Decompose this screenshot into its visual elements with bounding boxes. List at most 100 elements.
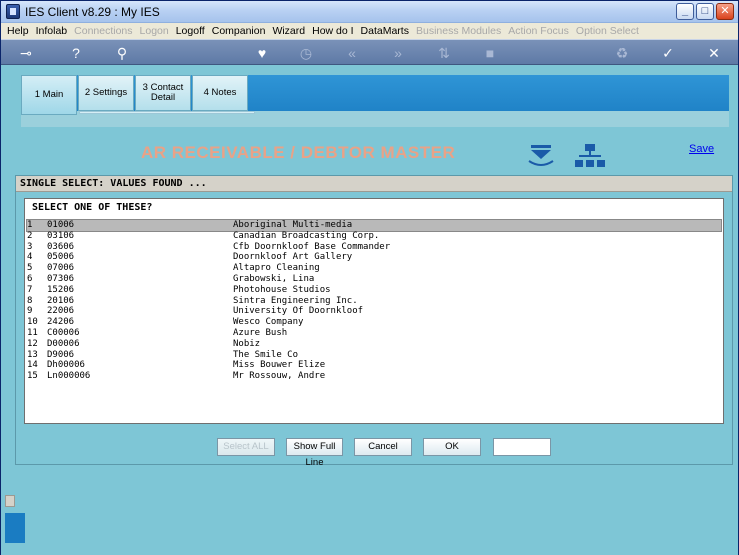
toolbar: ⊸ ? ⚲ ♥ ◷ « » ⇅ ■ ♻ ✓ ✕ bbox=[1, 39, 738, 65]
list-item-number: 8 bbox=[27, 295, 33, 306]
close-window-icon[interactable]: ✕ bbox=[716, 3, 734, 20]
list-item-code: 15206 bbox=[47, 284, 75, 295]
list-item-code: D9006 bbox=[47, 349, 75, 360]
list-item[interactable]: 3 03606 Cfb Doornkloof Base Commander bbox=[27, 242, 721, 253]
list-item-name: The Smile Co bbox=[233, 349, 299, 360]
list-item-number: 15 bbox=[27, 371, 38, 382]
list-item[interactable]: 2 03106 Canadian Broadcasting Corp. bbox=[27, 231, 721, 242]
list-item-name: Azure Bush bbox=[233, 327, 288, 338]
tab-contact-detail[interactable]: 3 Contact Detail bbox=[135, 75, 191, 111]
list-item[interactable]: 14 Dh00006 Miss Bouwer Elize bbox=[27, 360, 721, 371]
list-item[interactable]: 11 C00006 Azure Bush bbox=[27, 328, 721, 339]
list-item[interactable]: 15 Ln000006 Mr Rossouw, Andre bbox=[27, 371, 721, 382]
list-item-name: Cfb Doornkloof Base Commander bbox=[233, 241, 391, 252]
search-icon[interactable]: ⚲ bbox=[111, 44, 133, 62]
tab-underline bbox=[79, 111, 255, 114]
hierarchy-icon[interactable] bbox=[575, 143, 605, 169]
dialog-prompt: SELECT ONE OF THESE? bbox=[32, 202, 153, 213]
list-item[interactable]: 4 05006 Doornkloof Art Gallery bbox=[27, 252, 721, 263]
list-item[interactable]: 1 01006 Aboriginal Multi-media bbox=[26, 219, 722, 232]
save-link[interactable]: Save bbox=[689, 143, 714, 155]
menu-connections[interactable]: Connections bbox=[74, 25, 132, 37]
select-all-button[interactable]: Select ALL bbox=[217, 438, 275, 456]
rewind-icon[interactable]: « bbox=[341, 44, 363, 62]
clock-icon[interactable]: ◷ bbox=[295, 44, 317, 62]
menu-help[interactable]: Help bbox=[7, 25, 29, 37]
list-item[interactable]: 9 22006 University Of Doornkloof bbox=[27, 306, 721, 317]
show-full-line-button[interactable]: Show Full Line bbox=[286, 438, 343, 468]
list-item[interactable]: 13 D9006 The Smile Co bbox=[27, 350, 721, 361]
selection-list-panel: SELECT ONE OF THESE? 1 01006 Aboriginal Mu… bbox=[24, 198, 724, 424]
list-item-code: D00006 bbox=[47, 338, 80, 349]
list-item-number: 9 bbox=[27, 306, 33, 317]
menu-wizard[interactable]: Wizard bbox=[272, 25, 305, 37]
list-item-code: 05006 bbox=[47, 252, 75, 263]
list-item-code: 03106 bbox=[47, 230, 75, 241]
fast-forward-icon[interactable]: » bbox=[387, 44, 409, 62]
list-item-name: Canadian Broadcasting Corp. bbox=[233, 230, 380, 241]
list-item[interactable]: 12 D00006 Nobiz bbox=[27, 339, 721, 350]
list-item-name: Photohouse Studios bbox=[233, 284, 331, 295]
main-area: 1 Main 2 Settings 3 Contact Detail 4 Not… bbox=[1, 65, 738, 555]
app-icon bbox=[6, 4, 20, 19]
ok-button[interactable]: OK bbox=[423, 438, 481, 456]
sort-icon[interactable]: ⇅ bbox=[433, 44, 455, 62]
list-item-code: 07306 bbox=[47, 273, 75, 284]
key-icon[interactable]: ⊸ bbox=[15, 44, 37, 62]
selection-list[interactable]: 1 01006 Aboriginal Multi-media 2 03106 Canadi… bbox=[26, 219, 722, 382]
menu-logon[interactable]: Logon bbox=[140, 25, 169, 37]
title-bar[interactable]: IES Client v8.29 : My IES _ □ ✕ bbox=[1, 1, 738, 23]
window-title: IES Client v8.29 : My IES bbox=[25, 5, 160, 19]
heart-icon[interactable]: ♥ bbox=[251, 44, 273, 62]
stop-icon[interactable]: ■ bbox=[479, 44, 501, 62]
tab-notes[interactable]: 4 Notes bbox=[192, 75, 248, 111]
list-item-code: 24206 bbox=[47, 317, 75, 328]
select-dialog: SINGLE SELECT: VALUES FOUND ... SELECT O… bbox=[15, 175, 733, 468]
menu-datamarts[interactable]: DataMarts bbox=[361, 25, 409, 37]
list-item-number: 6 bbox=[27, 273, 33, 284]
list-item-number: 1 bbox=[27, 220, 33, 230]
app-window: IES Client v8.29 : My IES _ □ ✕ Help Inf… bbox=[0, 0, 739, 555]
list-item-code: 03606 bbox=[47, 241, 75, 252]
menu-how-do-i[interactable]: How do I bbox=[312, 25, 353, 37]
list-item-number: 5 bbox=[27, 263, 33, 274]
menu-logoff[interactable]: Logoff bbox=[176, 25, 205, 37]
menu-infolab[interactable]: Infolab bbox=[36, 25, 68, 37]
menu-option-select[interactable]: Option Select bbox=[576, 25, 639, 37]
tab-main[interactable]: 1 Main bbox=[21, 75, 77, 115]
maximize-icon[interactable]: □ bbox=[696, 3, 714, 20]
dialog-input-field[interactable] bbox=[493, 438, 551, 456]
list-item-number: 13 bbox=[27, 349, 38, 360]
list-item[interactable]: 7 15206 Photohouse Studios bbox=[27, 285, 721, 296]
list-item-number: 10 bbox=[27, 317, 38, 328]
menu-business-modules[interactable]: Business Modules bbox=[416, 25, 501, 37]
minimize-icon[interactable]: _ bbox=[676, 3, 694, 20]
recycle-icon[interactable]: ♻ bbox=[611, 44, 633, 62]
list-item-code: 22006 bbox=[47, 306, 75, 317]
list-item-code: C00006 bbox=[47, 327, 80, 338]
menu-action-focus[interactable]: Action Focus bbox=[508, 25, 569, 37]
list-item-number: 11 bbox=[27, 327, 38, 338]
list-item-name: Mr Rossouw, Andre bbox=[233, 371, 326, 382]
list-item-name: Nobiz bbox=[233, 338, 261, 349]
cancel-button[interactable]: Cancel bbox=[354, 438, 412, 456]
list-item-name: Doornkloof Art Gallery bbox=[233, 252, 353, 263]
list-item-name: Miss Bouwer Elize bbox=[233, 360, 326, 371]
list-item[interactable]: 5 07006 Altapro Cleaning bbox=[27, 263, 721, 274]
check-icon[interactable]: ✓ bbox=[657, 44, 679, 62]
dialog-header: SINGLE SELECT: VALUES FOUND ... bbox=[16, 176, 732, 192]
list-item-name: University Of Doornkloof bbox=[233, 306, 364, 317]
list-item[interactable]: 8 20106 Sintra Engineering Inc. bbox=[27, 296, 721, 307]
list-item-name: Aboriginal Multi-media bbox=[233, 220, 353, 230]
download-icon[interactable] bbox=[527, 143, 555, 169]
list-item-name: Sintra Engineering Inc. bbox=[233, 295, 358, 306]
lower-panel bbox=[5, 513, 25, 543]
list-item-number: 3 bbox=[27, 241, 33, 252]
list-item-number: 7 bbox=[27, 284, 33, 295]
list-item[interactable]: 6 07306 Grabowski, Lina bbox=[27, 274, 721, 285]
menu-companion[interactable]: Companion bbox=[212, 25, 266, 37]
tab-settings[interactable]: 2 Settings bbox=[78, 75, 134, 111]
help-icon[interactable]: ? bbox=[65, 44, 87, 62]
list-item[interactable]: 10 24206 Wesco Company bbox=[27, 317, 721, 328]
close-icon[interactable]: ✕ bbox=[703, 44, 725, 62]
